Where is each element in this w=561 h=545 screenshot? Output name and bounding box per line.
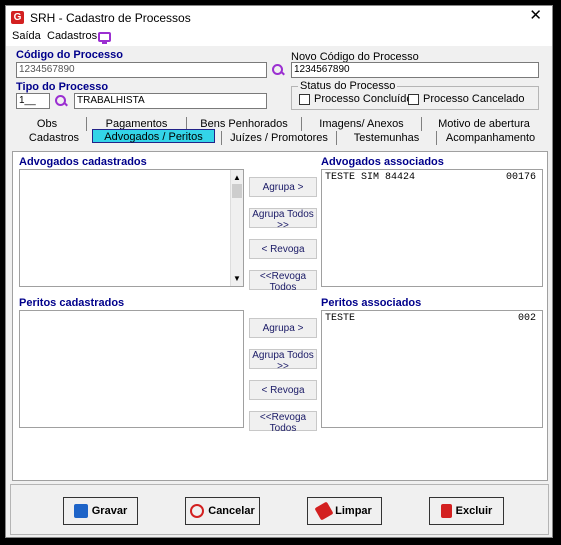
scroll-down-icon[interactable]: ▼ xyxy=(233,274,241,283)
codigo-field[interactable]: 1234567890 xyxy=(16,62,267,78)
cancelar-button[interactable]: Cancelar xyxy=(185,497,260,525)
checkbox-box[interactable] xyxy=(299,93,310,105)
close-icon[interactable]: ✕ xyxy=(529,8,542,24)
tab-obs[interactable]: Obs xyxy=(34,117,60,131)
peritos-cadastrados-label: Peritos cadastrados xyxy=(19,297,125,309)
action-bar: Gravar Cancelar Limpar Excluir xyxy=(10,484,549,535)
limpar-button[interactable]: Limpar xyxy=(307,497,382,525)
app-logo-icon: G xyxy=(11,11,24,24)
tipo-search-icon[interactable] xyxy=(54,94,68,108)
tab-juizes-promotores[interactable]: Juízes / Promotores xyxy=(221,131,336,145)
peritos-associados-label: Peritos associados xyxy=(321,297,422,309)
excluir-label: Excluir xyxy=(455,505,493,517)
list-item-code: 002 xyxy=(517,313,536,324)
advogados-associados-list[interactable]: TESTE SIM 84424 00176 xyxy=(321,169,543,287)
scroll-thumb[interactable] xyxy=(232,184,242,198)
processo-concluido-checkbox[interactable]: Processo Concluído xyxy=(299,93,412,105)
peritos-agrupa-todos-button[interactable]: Agrupa Todos >> xyxy=(249,349,317,372)
tab-acompanhamento[interactable]: Acompanhamento xyxy=(436,131,544,145)
agrupa-todos-button[interactable]: Agrupa Todos >> xyxy=(249,208,317,231)
search-icon[interactable] xyxy=(271,63,285,77)
title-bar: G SRH - Cadastro de Processos ✕ xyxy=(6,6,552,28)
cancel-icon xyxy=(190,504,205,518)
peritos-revoga-button[interactable]: < Revoga xyxy=(249,380,317,400)
tipo-desc-field: TRABALHISTA xyxy=(74,93,267,109)
processo-cancelado-label: Processo Cancelado xyxy=(423,93,525,105)
advogados-cadastrados-label: Advogados cadastrados xyxy=(19,156,147,168)
trash-icon xyxy=(440,504,452,518)
tab-panel: Advogados cadastrados ▲ ▼ Agrupa > Agrup… xyxy=(12,151,548,481)
tipo-code-field[interactable]: 1__ xyxy=(16,93,50,109)
tipo-label: Tipo do Processo xyxy=(16,81,109,93)
advogados-cadastrados-list[interactable]: ▲ ▼ xyxy=(19,169,244,287)
window-title: SRH - Cadastro de Processos xyxy=(30,11,191,25)
peritos-associados-list[interactable]: TESTE 002 xyxy=(321,310,543,428)
codigo-label: Código do Processo xyxy=(16,49,123,61)
monitor-icon[interactable] xyxy=(98,32,111,44)
menu-bar: Saída Cadastros xyxy=(6,28,552,46)
list-item-name[interactable]: TESTE SIM 84424 xyxy=(325,172,415,183)
tab-testemunhas[interactable]: Testemunhas xyxy=(336,131,436,145)
eraser-icon xyxy=(314,501,334,521)
agrupa-button[interactable]: Agrupa > xyxy=(249,177,317,197)
gravar-label: Gravar xyxy=(91,505,128,517)
processo-cancelado-checkbox[interactable]: Processo Cancelado xyxy=(408,93,525,105)
gravar-button[interactable]: Gravar xyxy=(63,497,138,525)
novo-codigo-field[interactable]: 1234567890 xyxy=(291,62,539,78)
peritos-agrupa-button[interactable]: Agrupa > xyxy=(249,318,317,338)
peritos-revoga-todos-button[interactable]: <<Revoga Todos xyxy=(249,411,317,434)
list-item-code: 00176 xyxy=(505,172,536,183)
advogados-associados-label: Advogados associados xyxy=(321,156,444,168)
checkbox-box[interactable] xyxy=(408,93,419,105)
peritos-cadastrados-list[interactable] xyxy=(19,310,244,428)
tab-cadastros[interactable]: Cadastros xyxy=(24,131,84,145)
cancelar-label: Cancelar xyxy=(208,505,255,517)
tab-motivo-abertura[interactable]: Motivo de abertura xyxy=(421,117,546,131)
menu-saida[interactable]: Saída xyxy=(12,30,41,42)
menu-cadastros[interactable]: Cadastros xyxy=(47,30,97,42)
revoga-button[interactable]: < Revoga xyxy=(249,239,317,259)
list-item-name[interactable]: TESTE xyxy=(325,313,355,324)
excluir-button[interactable]: Excluir xyxy=(429,497,504,525)
save-icon xyxy=(73,504,88,518)
status-title: Status do Processo xyxy=(298,80,398,92)
tab-advogados-peritos[interactable]: Advogados / Peritos xyxy=(92,129,215,143)
limpar-label: Limpar xyxy=(335,505,372,517)
scroll-up-icon[interactable]: ▲ xyxy=(233,173,241,182)
tab-imagens-anexos[interactable]: Imagens/ Anexos xyxy=(301,117,421,131)
revoga-todos-button[interactable]: <<Revoga Todos xyxy=(249,270,317,293)
processo-concluido-label: Processo Concluído xyxy=(314,93,413,105)
scrollbar[interactable]: ▲ ▼ xyxy=(230,170,243,286)
main-window: G SRH - Cadastro de Processos ✕ Saída Ca… xyxy=(5,5,553,538)
